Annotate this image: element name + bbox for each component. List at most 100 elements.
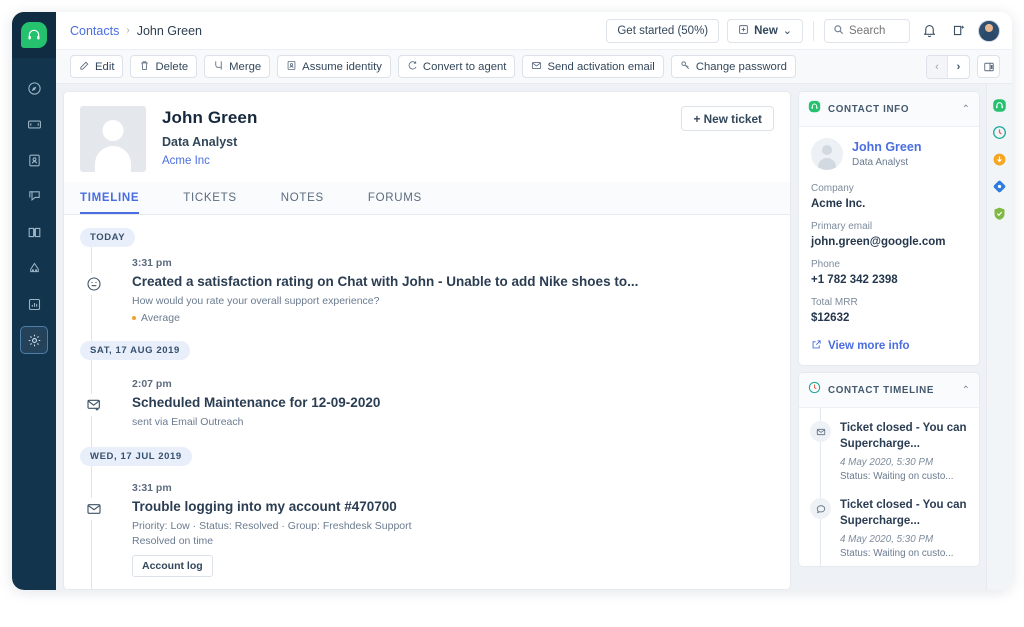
tab-tickets[interactable]: TICKETS [183, 182, 236, 214]
sidebar-item-reports[interactable] [20, 290, 48, 318]
view-more-info-label: View more info [828, 340, 910, 352]
layout-panel-icon[interactable] [977, 55, 1000, 78]
freshsales-app-icon[interactable] [992, 152, 1007, 167]
timeline-time: 3:31 pm [132, 482, 172, 494]
search-input[interactable] [849, 24, 901, 37]
field-value-phone: +1 782 342 2398 [811, 274, 898, 286]
tab-forums[interactable]: FORUMS [368, 182, 422, 214]
tab-timeline[interactable]: TIMELINE [80, 182, 140, 214]
send-activation-email-button[interactable]: Send activation email [522, 55, 664, 78]
freshdesk-badge-icon [808, 100, 821, 118]
assume-identity-label: Assume identity [302, 60, 382, 73]
freshcaller-app-icon[interactable] [992, 125, 1007, 140]
chat-bubble-icon [810, 498, 831, 520]
convert-to-agent-label: Convert to agent [422, 60, 507, 73]
sidebar-item-contacts[interactable] [20, 146, 48, 174]
brand-logo-wrap[interactable] [12, 12, 56, 58]
envelope-plus-icon [80, 378, 108, 428]
assume-identity-button[interactable]: Assume identity [277, 55, 391, 78]
rating-label: Average [141, 312, 180, 324]
contact-detail-panel: John Green Data Analyst Acme Inc + New t… [63, 91, 791, 590]
sidebar-item-tickets[interactable] [20, 110, 48, 138]
freshdesk-app-icon[interactable] [992, 98, 1007, 113]
contact-timeline-item-body: Ticket closed - You can Supercharge... 4… [840, 498, 968, 559]
whats-new-icon[interactable] [948, 20, 970, 42]
change-password-button[interactable]: Change password [670, 55, 796, 78]
new-ticket-button[interactable]: + New ticket [681, 106, 774, 131]
left-sidebar [12, 12, 56, 590]
timeline-title[interactable]: Scheduled Maintenance for 12-09-2020 [132, 395, 380, 410]
send-activation-email-label: Send activation email [547, 60, 655, 73]
key-icon [680, 60, 691, 74]
plus-square-icon [738, 24, 749, 38]
timeline-entry-body: 3:31 pm Trouble logging into my account … [132, 482, 412, 577]
notifications-bell-icon[interactable] [918, 20, 940, 42]
freshservice-app-icon[interactable] [992, 206, 1007, 221]
main-column: Contacts › John Green Get started (50%) … [56, 12, 1012, 590]
sidebar-item-automations[interactable] [20, 254, 48, 282]
sidebar-item-admin[interactable] [20, 326, 48, 354]
account-log-button[interactable]: Account log [132, 555, 213, 577]
tab-notes[interactable]: NOTES [281, 182, 324, 214]
new-button[interactable]: New ⌄ [727, 18, 803, 43]
get-started-label: Get started (50%) [617, 24, 709, 37]
breadcrumb-current: John Green [136, 23, 203, 38]
contact-timeline-item-title[interactable]: Ticket closed - You can Supercharge... [840, 498, 968, 529]
timeline-resolution: Resolved on time [132, 535, 214, 547]
sidebar-nav-list [20, 74, 48, 354]
sidebar-item-chat[interactable] [20, 182, 48, 210]
view-more-info-link[interactable]: View more info [811, 339, 967, 353]
timeline-title[interactable]: Created a satisfaction rating on Chat wi… [132, 274, 638, 289]
timeline-list: TODAY 3:31 pm Created a satisfaction rat… [64, 215, 790, 589]
header-divider [813, 20, 814, 41]
page-title: John Green [162, 108, 258, 127]
action-toolbar-right: ‹ › [926, 54, 1000, 79]
right-sidebar: CONTACT INFO ⌃ John Green Data Analyst C… [798, 91, 980, 590]
user-avatar[interactable] [978, 19, 1000, 42]
timeline-subtitle: sent via Email Outreach [132, 416, 244, 428]
sidebar-item-dashboard[interactable] [20, 74, 48, 102]
next-record-button[interactable]: › [948, 56, 969, 78]
contact-company-link[interactable]: Acme Inc [162, 155, 257, 167]
freshdesk-logo-icon[interactable] [21, 22, 47, 48]
chevron-down-icon: ⌄ [782, 25, 792, 37]
timeline-subtitle: How would you rate your overall support … [132, 295, 380, 307]
field-value-mrr: $12632 [811, 312, 850, 324]
collapse-chevron-icon[interactable]: ⌃ [962, 104, 970, 115]
timeline-time: 3:31 pm [132, 257, 172, 269]
convert-to-agent-button[interactable]: Convert to agent [397, 55, 516, 78]
prev-record-button[interactable]: ‹ [927, 55, 948, 78]
contact-timeline-title: CONTACT TIMELINE [828, 384, 935, 396]
sidebar-item-solutions[interactable] [20, 218, 48, 246]
change-password-label: Change password [695, 60, 787, 73]
contact-info-body: John Green Data Analyst Company Acme Inc… [799, 127, 979, 365]
pencil-square-icon [79, 60, 90, 74]
delete-button[interactable]: Delete [130, 55, 198, 78]
breadcrumb-contacts[interactable]: Contacts [70, 24, 119, 38]
timeline-entry-body: 3:31 pm Created a satisfaction rating on… [132, 257, 638, 324]
timeline-title[interactable]: Trouble logging into my account #470700 [132, 499, 412, 514]
contact-header: John Green Data Analyst Acme Inc + New t… [64, 92, 790, 182]
merge-button[interactable]: Merge [204, 55, 271, 78]
contact-timeline-item-status: Status: Waiting on custo... [840, 471, 954, 483]
neutral-face-icon [80, 257, 108, 324]
contact-timeline-card: CONTACT TIMELINE ⌃ Ticket closed - You c… [798, 372, 980, 568]
contact-info-role: Data Analyst [852, 157, 909, 168]
search-box[interactable] [824, 18, 910, 43]
timeline-group-today: TODAY 3:31 pm Created a satisfaction rat… [80, 227, 774, 330]
contact-info-name[interactable]: John Green [852, 140, 921, 154]
contact-timeline-item-date: 4 May 2020, 5:30 PM [840, 457, 934, 469]
envelope-icon [80, 482, 108, 577]
right-app-rail [986, 84, 1012, 590]
collapse-chevron-icon[interactable]: ⌃ [962, 385, 970, 396]
freshchat-app-icon[interactable] [992, 179, 1007, 194]
get-started-button[interactable]: Get started (50%) [606, 18, 720, 43]
edit-button[interactable]: Edit [70, 55, 124, 78]
record-pager: ‹ › [926, 54, 970, 79]
clock-icon [808, 381, 821, 399]
contact-timeline-item-title[interactable]: Ticket closed - You can Supercharge... [840, 421, 968, 452]
breadcrumb-separator: › [126, 25, 130, 36]
envelope-icon [531, 60, 542, 74]
contact-info-identity: John Green Data Analyst [811, 138, 967, 170]
field-label-mrr: Total MRR [811, 297, 858, 308]
